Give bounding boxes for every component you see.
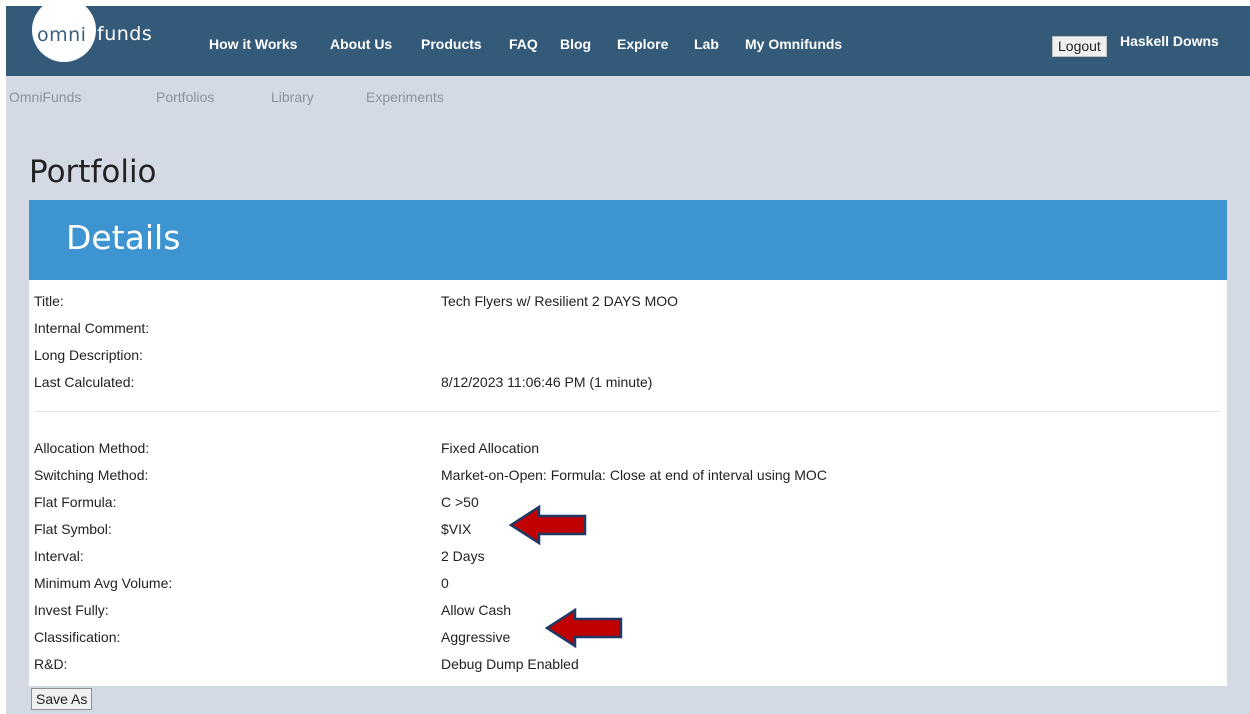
section-divider (34, 411, 1220, 412)
detail-label: Classification: (34, 629, 121, 645)
detail-row-classification: Classification: Aggressive (29, 629, 1227, 649)
nav-blog[interactable]: Blog (560, 36, 591, 52)
detail-row-title: Title: Tech Flyers w/ Resilient 2 DAYS M… (29, 293, 1227, 313)
logo-text-omni[interactable]: omni (37, 24, 86, 46)
nav-faq[interactable]: FAQ (509, 36, 538, 52)
detail-label: Title: (34, 293, 64, 309)
detail-value: C >50 (441, 494, 479, 510)
detail-row-long-description: Long Description: (29, 347, 1227, 367)
detail-row-last-calculated: Last Calculated: 8/12/2023 11:06:46 PM (… (29, 374, 1227, 394)
page-title: Portfolio (29, 154, 157, 190)
details-header: Details (29, 200, 1227, 280)
subnav-omnifunds[interactable]: OmniFunds (9, 89, 81, 105)
detail-value: $VIX (441, 521, 472, 537)
detail-label: Internal Comment: (34, 320, 150, 336)
details-title: Details (66, 218, 181, 257)
detail-label: Long Description: (34, 347, 143, 363)
detail-value: Fixed Allocation (441, 440, 540, 456)
detail-row-flat-symbol: Flat Symbol: $VIX (29, 521, 1227, 541)
logout-button[interactable]: Logout (1052, 36, 1107, 57)
detail-label: Interval: (34, 548, 84, 564)
detail-label: Switching Method: (34, 467, 149, 483)
detail-row-internal-comment: Internal Comment: (29, 320, 1227, 340)
save-as-button[interactable]: Save As (31, 688, 93, 710)
details-body: Title: Tech Flyers w/ Resilient 2 DAYS M… (29, 280, 1227, 686)
subnav-experiments[interactable]: Experiments (366, 89, 444, 105)
nav-lab[interactable]: Lab (694, 36, 719, 52)
detail-label: Flat Formula: (34, 494, 117, 510)
detail-label: R&D: (34, 656, 68, 672)
detail-label: Allocation Method: (34, 440, 150, 456)
detail-value: 8/12/2023 11:06:46 PM (1 minute) (441, 374, 653, 390)
app-frame: omni funds How it Works About Us Product… (6, 6, 1250, 714)
top-navbar: omni funds How it Works About Us Product… (6, 6, 1250, 76)
subnav-library[interactable]: Library (271, 89, 314, 105)
detail-value: Debug Dump Enabled (441, 656, 579, 672)
detail-value: Tech Flyers w/ Resilient 2 DAYS MOO (441, 293, 679, 309)
detail-value: 0 (441, 575, 449, 591)
detail-row-switching-method: Switching Method: Market-on-Open: Formul… (29, 467, 1227, 487)
detail-value: Aggressive (441, 629, 511, 645)
detail-row-invest-fully: Invest Fully: Allow Cash (29, 602, 1227, 622)
detail-row-interval: Interval: 2 Days (29, 548, 1227, 568)
detail-value: 2 Days (441, 548, 485, 564)
subnav-portfolios[interactable]: Portfolios (156, 89, 214, 105)
arrow-annotation-icon (545, 607, 623, 649)
detail-label: Minimum Avg Volume: (34, 575, 173, 591)
nav-how-it-works[interactable]: How it Works (209, 36, 297, 52)
detail-row-allocation-method: Allocation Method: Fixed Allocation (29, 440, 1227, 460)
logo-text-funds[interactable]: funds (97, 23, 152, 45)
detail-label: Invest Fully: (34, 602, 109, 618)
detail-row-minimum-avg-volume: Minimum Avg Volume: 0 (29, 575, 1227, 595)
detail-row-r-and-d: R&D: Debug Dump Enabled (29, 656, 1227, 676)
nav-explore[interactable]: Explore (617, 36, 668, 52)
detail-value: Allow Cash (441, 602, 512, 618)
arrow-annotation-icon (509, 504, 587, 546)
detail-label: Flat Symbol: (34, 521, 112, 537)
user-name[interactable]: Haskell Downs (1120, 33, 1219, 49)
detail-value: Market-on-Open: Formula: Close at end of… (441, 467, 827, 483)
nav-products[interactable]: Products (421, 36, 482, 52)
nav-about-us[interactable]: About Us (330, 36, 392, 52)
detail-row-flat-formula: Flat Formula: C >50 (29, 494, 1227, 514)
detail-label: Last Calculated: (34, 374, 135, 390)
nav-my-omnifunds[interactable]: My Omnifunds (745, 36, 842, 52)
